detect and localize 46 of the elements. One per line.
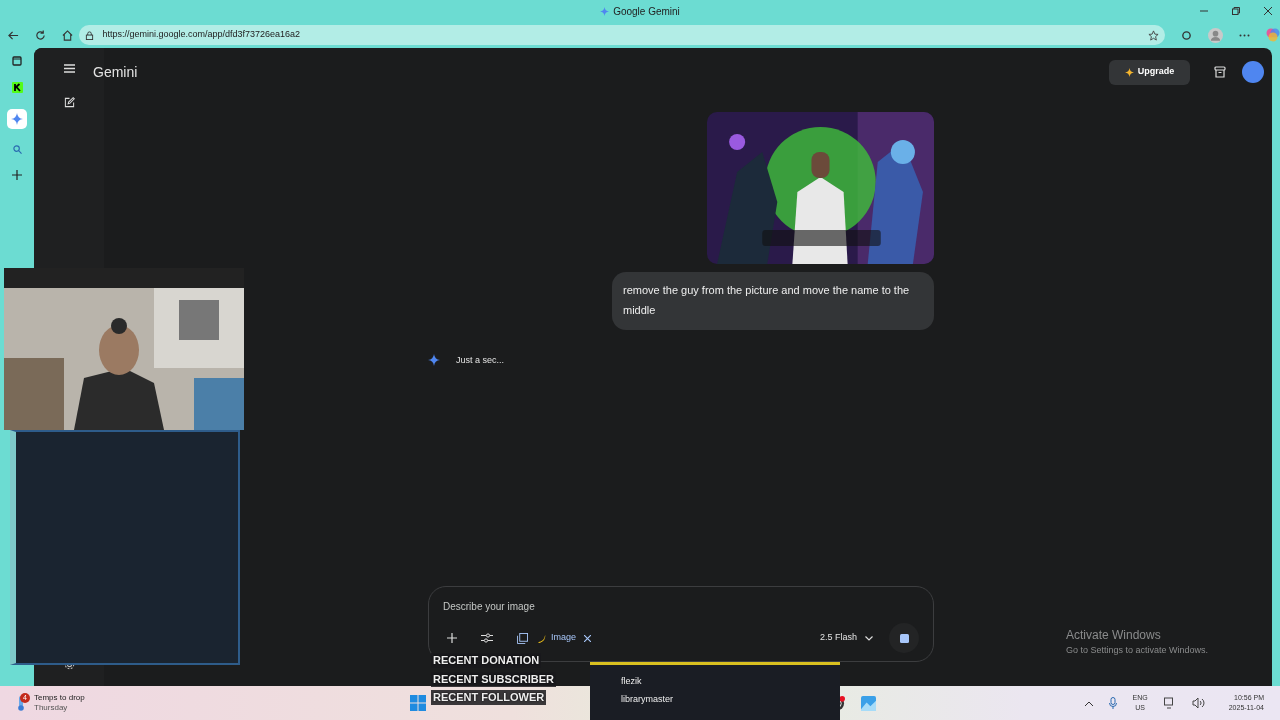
volume-icon[interactable] — [1191, 697, 1205, 709]
chevron-down-icon — [865, 635, 873, 641]
upgrade-button[interactable]: Upgrade — [1109, 59, 1190, 85]
model-selector[interactable]: 2.5 Flash — [819, 631, 873, 645]
account-avatar[interactable] — [1242, 61, 1264, 83]
archive-icon[interactable] — [1214, 66, 1226, 78]
event-name: flezik — [621, 675, 642, 688]
event-label: RECENT FOLLOWER — [431, 690, 547, 705]
microphone-icon[interactable] — [1108, 697, 1117, 709]
address-bar[interactable]: https://gemini.google.com/app/dfd3f73726ea16a2 — [79, 25, 1165, 45]
home-icon[interactable] — [62, 29, 73, 41]
chevron-up-icon[interactable] — [1084, 700, 1093, 706]
event-name: librarymaster — [621, 693, 673, 706]
add-icon[interactable] — [12, 170, 22, 180]
user-message: remove the guy from the picture and move the name to the middle — [612, 272, 934, 330]
new-chat-icon[interactable] — [63, 97, 75, 108]
close-icon[interactable] — [1264, 7, 1272, 15]
weather-subtitle: Thursday — [34, 703, 69, 713]
event-label: RECENT SUBSCRIBER — [431, 672, 556, 687]
stop-icon — [899, 633, 909, 643]
app-title: Gemini — [93, 62, 138, 82]
start-icon[interactable] — [410, 695, 426, 711]
tabs-icon[interactable] — [12, 56, 22, 66]
search-icon[interactable] — [12, 145, 22, 154]
stop-button[interactable] — [889, 623, 919, 653]
activation-title: Activate Windows — [1066, 627, 1162, 644]
app-icon[interactable] — [11, 82, 23, 93]
activation-subtitle: Go to Settings to activate Windows. — [1066, 644, 1209, 657]
gemini-tab-icon[interactable] — [7, 109, 27, 129]
window-title: Google Gemini — [613, 4, 680, 19]
back-icon[interactable] — [8, 29, 19, 41]
more-icon[interactable] — [1239, 33, 1250, 37]
weather-title[interactable]: Temps to drop — [34, 693, 85, 703]
gemini-logo-icon — [600, 6, 610, 16]
image-tool-chip[interactable]: Image — [517, 631, 576, 645]
prompt-input[interactable]: Describe your image — [443, 599, 919, 614]
status-text: Just a sec... — [456, 353, 505, 367]
menu-icon[interactable] — [63, 64, 75, 73]
star-icon[interactable] — [1148, 29, 1159, 41]
reload-icon[interactable] — [35, 29, 46, 41]
image-stack-icon — [517, 632, 528, 644]
sparkle-icon — [1124, 67, 1134, 77]
restore-icon[interactable] — [1232, 7, 1240, 15]
sparkle-icon — [428, 354, 440, 367]
lock-icon — [85, 30, 95, 40]
tools-icon[interactable] — [481, 633, 493, 643]
